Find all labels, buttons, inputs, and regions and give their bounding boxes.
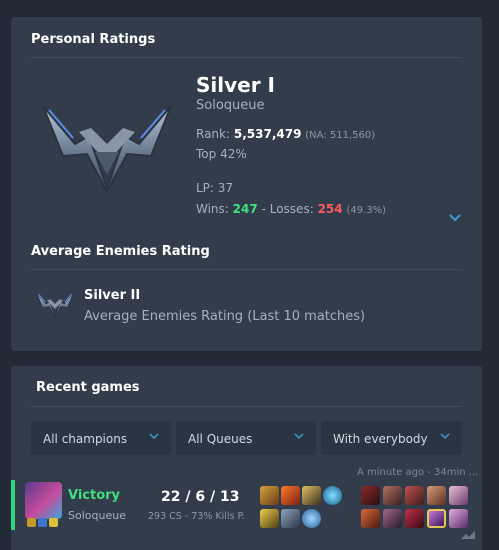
top-percent: Top 42% [196,147,247,161]
match-time: A minute ago - 34min ... [357,467,479,478]
item-icon[interactable] [281,486,300,505]
rank-line: Rank: 5,537,479 (NA: 511,560) [196,127,375,141]
enemy-tier: Silver II [84,288,141,303]
champion-portrait[interactable] [25,482,62,519]
tier-title: Silver I [196,73,275,97]
own-champion-icon[interactable] [427,509,446,528]
chevron-down-icon [294,433,304,440]
enemy-champion-icon[interactable] [383,509,402,528]
victory-stripe [11,480,15,530]
enemy-champion-icon[interactable] [361,509,380,528]
enemy-champion-icon[interactable] [405,509,424,528]
chevron-down-icon [440,433,450,440]
rank-value: 5,537,479 [233,127,302,141]
rank-label: Rank: [196,127,231,141]
rank-region: (NA: 511,560) [305,130,376,141]
graph-expand-icon[interactable] [461,531,475,539]
queue-label: Soloqueue [196,98,265,113]
champion-filter-select[interactable]: All champions [31,421,171,455]
queue-filter-label: All Queues [188,432,253,446]
item-icon[interactable] [302,509,321,528]
enemy-description: Average Enemies Rating (Last 10 matches) [84,309,366,324]
summoner-spell-icon [27,518,36,527]
divider [31,57,462,58]
teammate-filter-select[interactable]: With everybody [321,421,462,455]
divider [31,406,462,407]
recent-games-panel: Recent games All champions All Queues Wi… [11,366,482,550]
ally-champion-icon[interactable] [449,486,468,505]
personal-ratings-panel: Personal Ratings Silver I Soloqueue Rank… [11,17,482,351]
item-icon[interactable] [260,486,279,505]
match-stats: 293 CS - 73% Kills P. [148,511,245,522]
ally-champion-icon[interactable] [427,486,446,505]
chevron-down-icon[interactable] [448,213,462,223]
personal-ratings-title: Personal Ratings [31,32,156,47]
ally-champion-icon[interactable] [383,486,402,505]
ally-champion-icon[interactable] [405,486,424,505]
recent-games-title: Recent games [36,380,140,395]
ally-champion-icon[interactable] [361,486,380,505]
item-icon[interactable] [302,486,321,505]
item-icon[interactable] [281,509,300,528]
queue-filter-select[interactable]: All Queues [176,421,316,455]
item-icon[interactable] [260,509,279,528]
match-queue: Soloqueue [68,509,126,522]
separator: - [261,202,266,216]
enemy-champion-icon[interactable] [449,509,468,528]
average-enemies-title: Average Enemies Rating [31,244,210,259]
wins-losses-line: Wins: 247 - Losses: 254 (49.3%) [196,202,386,216]
winrate: (49.3%) [346,205,387,216]
silver-rank-emblem-icon [42,105,172,195]
wins-label: Wins: [196,202,229,216]
kda: 22 / 6 / 13 [161,489,240,505]
losses-label: Losses: [269,202,314,216]
teammate-filter-label: With everybody [333,432,428,446]
lp-value: LP: 37 [196,181,234,195]
chevron-down-icon [149,433,159,440]
losses-value: 254 [317,202,343,216]
divider [31,269,462,270]
summoner-spell-icon [38,518,47,527]
match-result: Victory [68,488,121,503]
wins-value: 247 [232,202,258,216]
item-icon[interactable] [323,486,342,505]
rune-icon [49,518,58,527]
champion-filter-label: All champions [43,432,128,446]
silver-rank-small-emblem-icon [36,292,74,319]
